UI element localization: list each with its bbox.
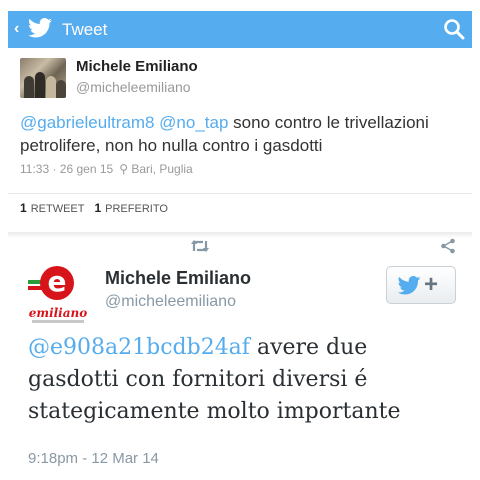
- avatar[interactable]: [20, 58, 66, 98]
- mention-link[interactable]: @e908a21bcdb24af: [28, 335, 250, 360]
- back-button[interactable]: ‹: [14, 19, 19, 39]
- divider: [8, 232, 472, 238]
- divider: [8, 193, 472, 194]
- author-name[interactable]: Michele Emiliano: [105, 267, 251, 289]
- favorite-count[interactable]: 1: [94, 201, 101, 215]
- timestamp[interactable]: 9:18pm - 12 Mar 14: [28, 450, 159, 468]
- twitter-bird-icon[interactable]: [28, 18, 52, 38]
- share-icon[interactable]: [440, 238, 456, 254]
- location-pin-icon: ⚲: [119, 162, 128, 176]
- logo-word: emiliano: [28, 306, 88, 320]
- logo-letter: e: [40, 266, 74, 300]
- author-handle[interactable]: @micheleemiliano: [105, 292, 236, 312]
- plus-icon: +: [424, 271, 439, 298]
- retweet-label[interactable]: RETWEET: [31, 203, 85, 215]
- retweet-icon[interactable]: [190, 238, 210, 254]
- twitter-bird-icon: [397, 276, 421, 295]
- author-name[interactable]: Michele Emiliano: [76, 58, 198, 76]
- author-handle[interactable]: @micheleemiliano: [76, 79, 191, 96]
- page-title: Tweet: [62, 20, 108, 39]
- retweet-count[interactable]: 1: [20, 201, 27, 215]
- tweet-text: @e908a21bcdb24af avere due gasdotti con …: [28, 332, 458, 428]
- favorite-label[interactable]: PREFERITO: [105, 203, 168, 215]
- tweet-stats: 1 RETWEET 1 PREFERITO: [20, 201, 168, 216]
- logo-underline: [32, 320, 84, 323]
- tweet-text: @gabrieleultram8 @no_tap sono contro le …: [20, 111, 460, 157]
- mention-link[interactable]: @gabrieleultram8: [20, 113, 154, 132]
- embedded-tweet: e emiliano Michele Emiliano @micheleemil…: [8, 232, 472, 472]
- search-icon[interactable]: [443, 18, 465, 40]
- avatar[interactable]: e emiliano: [26, 264, 88, 326]
- follow-button[interactable]: +: [386, 266, 456, 304]
- tweet-detail: Michele Emiliano @micheleemiliano @gabri…: [8, 48, 472, 228]
- timestamp: 11:33 · 26 gen 15: [20, 162, 114, 176]
- location[interactable]: Bari, Puglia: [131, 162, 192, 176]
- mention-link[interactable]: @no_tap: [159, 113, 228, 132]
- tweet-meta: 11:33 · 26 gen 15 ⚲ Bari, Puglia: [20, 162, 193, 177]
- app-bar: ‹ Tweet: [8, 11, 472, 48]
